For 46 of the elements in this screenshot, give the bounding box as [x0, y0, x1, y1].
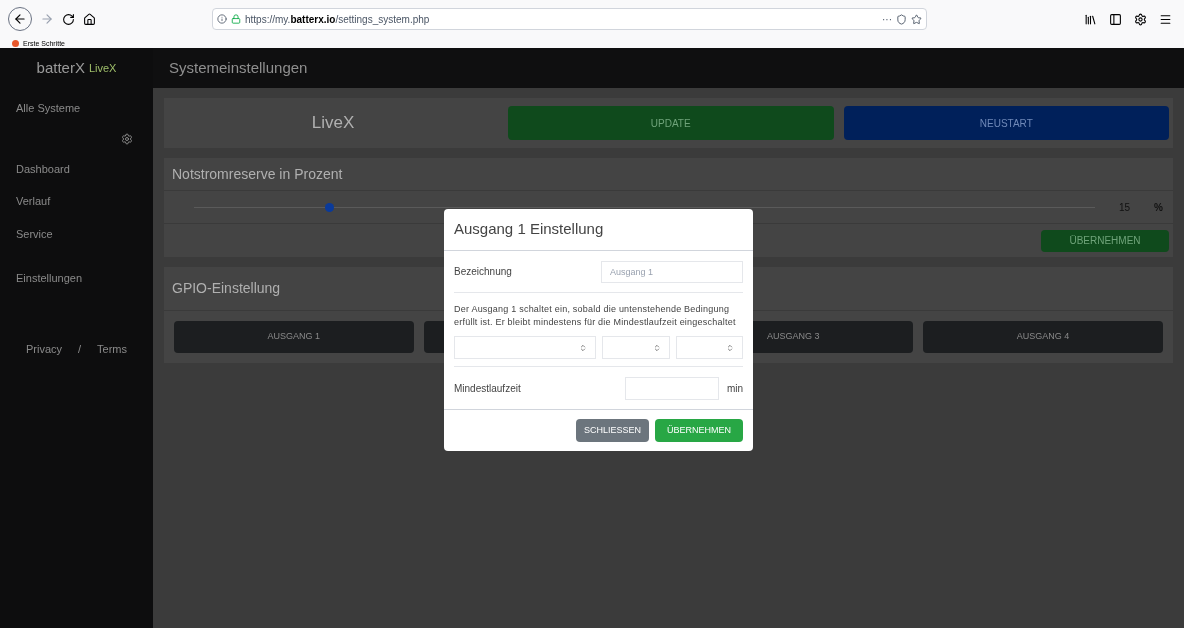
separator-text: / [78, 341, 82, 357]
sidebar-icon[interactable] [1109, 12, 1122, 26]
value-field[interactable] [676, 336, 743, 359]
close-button[interactable]: SCHLIESSEN [575, 419, 649, 442]
runtime-field[interactable] [624, 376, 719, 400]
spinner-icon [726, 343, 734, 352]
output-button[interactable]: AUSGANG 1 [174, 321, 414, 353]
select-arrows-icon [579, 343, 587, 352]
page-title: Systemeinstellungen [169, 57, 308, 78]
gear-icon[interactable] [121, 132, 133, 145]
select-arrows-icon [653, 343, 661, 352]
address-bar[interactable]: https://my.batterx.io/settings_system.php ··· [212, 8, 927, 30]
sidebar-item[interactable]: Dashboard [16, 160, 70, 177]
field-label: Mindestlaufzeit [454, 381, 522, 396]
name-field[interactable]: Ausgang 1 [601, 260, 743, 283]
card-title: Notstromreserve in Prozent [172, 164, 343, 184]
field-label: Bezeichnung [454, 265, 513, 279]
footer-link[interactable]: Terms [97, 340, 128, 357]
sidebar-item[interactable]: Einstellungen [16, 270, 83, 287]
reload-button[interactable] [62, 12, 75, 26]
reserve-slider[interactable] [194, 202, 1095, 212]
unit-label: min [726, 381, 743, 396]
reserve-unit: % [1154, 200, 1163, 215]
restart-button[interactable]: NEUSTART [843, 106, 1169, 140]
sidebar-item[interactable]: Service [16, 225, 53, 242]
page-actions-button[interactable]: ··· [882, 11, 892, 27]
card-title: GPIO-Einstellung [172, 279, 281, 298]
bookmark-icon [12, 39, 19, 47]
forward-button[interactable] [40, 12, 54, 26]
update-button[interactable]: UPDATE [508, 106, 834, 140]
logo: batterX LiveX [35, 57, 118, 78]
footer-link[interactable]: Privacy [25, 340, 62, 357]
system-name: LiveX [310, 112, 356, 135]
lock-icon [231, 14, 241, 24]
menu-icon[interactable] [1159, 12, 1172, 26]
bookmark-star-icon[interactable] [911, 13, 922, 25]
dialog-title: Ausgang 1 Einstellung [454, 219, 604, 240]
url-text: https://my.batterx.io/settings_system.php [245, 12, 430, 27]
info-icon [217, 14, 227, 24]
sidebar-item[interactable]: Verlauf [16, 193, 51, 210]
apply-button[interactable]: ÜBERNEHMEN [655, 419, 743, 442]
home-button[interactable] [83, 12, 96, 26]
sidebar-item[interactable]: Alle Systeme [16, 100, 81, 117]
apply-button[interactable]: ÜBERNEHMEN [1041, 229, 1169, 252]
library-icon[interactable] [1084, 12, 1097, 26]
output-button[interactable]: AUSGANG 4 [923, 321, 1163, 353]
